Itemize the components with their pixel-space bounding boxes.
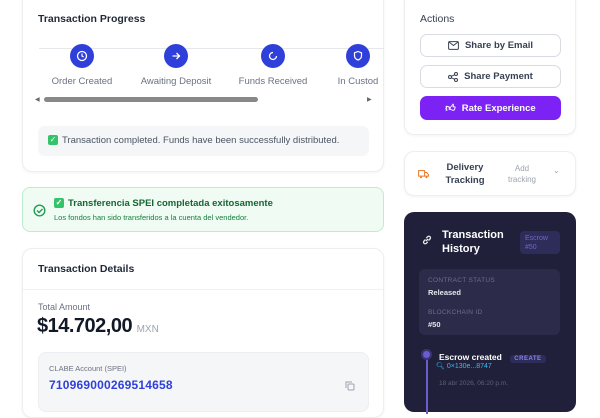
step-label: Order Created — [51, 76, 113, 87]
step-in-custody: In Custod — [318, 44, 398, 87]
amount-value: $14.702,00 — [37, 315, 133, 337]
total-amount: $14.702,00 MXN — [37, 315, 159, 338]
rate-label: Rate Experience — [461, 102, 536, 114]
step-label: Awaiting Deposit — [140, 76, 212, 87]
shield-icon — [346, 44, 370, 68]
actions-title: Actions — [420, 13, 455, 25]
clabe-label: CLABE Account (SPEI) — [49, 364, 127, 373]
event-tag: CREATE — [510, 355, 546, 363]
clabe-box: CLABE Account (SPEI) 710969000269514658 — [38, 352, 369, 412]
tx-hash: 0×130e...8747 — [446, 363, 492, 370]
arrow-right-icon — [164, 44, 188, 68]
scroll-left-arrow[interactable]: ◀ — [35, 96, 40, 103]
check-circle-icon — [33, 204, 46, 217]
check-icon: ✓ — [48, 135, 58, 146]
contract-status-value: Released — [428, 288, 461, 297]
share-email-button[interactable]: Share by Email — [420, 34, 561, 57]
share-email-label: Share by Email — [464, 40, 534, 51]
currency: MXN — [136, 324, 159, 335]
blockchain-id-label: BLOCKCHAIN ID — [428, 309, 483, 316]
scroll-thumb[interactable] — [44, 97, 258, 102]
clabe-value[interactable]: 710969000269514658 — [49, 378, 173, 392]
thumbs-up-icon: 👍︎ — [445, 103, 456, 114]
tx-hash-link[interactable]: 🔍︎ 0×130e...8747 — [436, 362, 492, 370]
delivery-tracking-card[interactable]: Delivery Tracking Add tracking ⌄ — [404, 151, 576, 196]
scroll-right-arrow[interactable]: ▶ — [367, 96, 372, 103]
contract-info-box: CONTRACT STATUS Released BLOCKCHAIN ID #… — [419, 269, 560, 335]
step-label: In Custod — [337, 76, 379, 87]
delivery-title: Delivery Tracking — [445, 162, 485, 186]
refresh-icon — [261, 44, 285, 68]
spei-title: Transferencia SPEI completada exitosamen… — [68, 198, 273, 209]
details-title: Transaction Details — [38, 263, 135, 275]
truck-icon — [418, 170, 429, 179]
search-icon: 🔍︎ — [436, 363, 445, 370]
link-icon — [422, 235, 432, 245]
transaction-history-card: Transaction History Escrow #50 CONTRACT … — [404, 212, 576, 414]
blockchain-id-value: #50 — [428, 320, 441, 329]
actions-card: Actions Share by Email Share Payment 👍︎ R… — [404, 0, 576, 135]
notice-text: Transaction completed. Funds have been s… — [62, 135, 340, 146]
contract-status-label: CONTRACT STATUS — [428, 277, 495, 284]
add-tracking-link[interactable]: Add tracking — [507, 163, 537, 185]
step-funds-received: Funds Received — [233, 44, 313, 87]
event-time: 18 abr 2026, 06:20 p.m. — [439, 380, 509, 387]
rate-experience-button[interactable]: 👍︎ Rate Experience — [420, 96, 561, 120]
spei-success-banner: ✓ Transferencia SPEI completada exitosame… — [22, 187, 384, 232]
step-awaiting-deposit: Awaiting Deposit — [136, 44, 216, 87]
escrow-badge: Escrow #50 — [520, 231, 560, 254]
history-title: Transaction History — [442, 229, 504, 255]
share-icon — [448, 71, 459, 82]
completion-notice: ✓ Transaction completed. Funds have been … — [38, 126, 369, 156]
scrollbar[interactable]: ◀ ▶ — [33, 96, 373, 104]
share-payment-label: Share Payment — [464, 71, 533, 82]
copy-icon[interactable] — [345, 381, 355, 391]
transaction-details-card: Transaction Details Total Amount $14.702… — [22, 248, 384, 418]
chevron-down-icon[interactable]: ⌄ — [553, 166, 560, 175]
step-label: Funds Received — [238, 76, 308, 87]
check-icon: ✓ — [54, 198, 64, 209]
step-order-created: Order Created — [42, 44, 122, 87]
total-amount-label: Total Amount — [38, 302, 91, 312]
spei-subtitle: Los fondos han sido transferidos a la cu… — [54, 213, 249, 222]
timeline-dot — [421, 349, 432, 360]
mail-icon — [448, 41, 459, 50]
share-payment-button[interactable]: Share Payment — [420, 65, 561, 88]
timeline-line — [426, 354, 428, 414]
clock-icon — [70, 44, 94, 68]
transaction-progress-card: Transaction Progress Order Created Await… — [22, 0, 384, 172]
event-title: Escrow created — [439, 352, 502, 362]
divider — [23, 289, 383, 290]
progress-title: Transaction Progress — [38, 13, 146, 25]
